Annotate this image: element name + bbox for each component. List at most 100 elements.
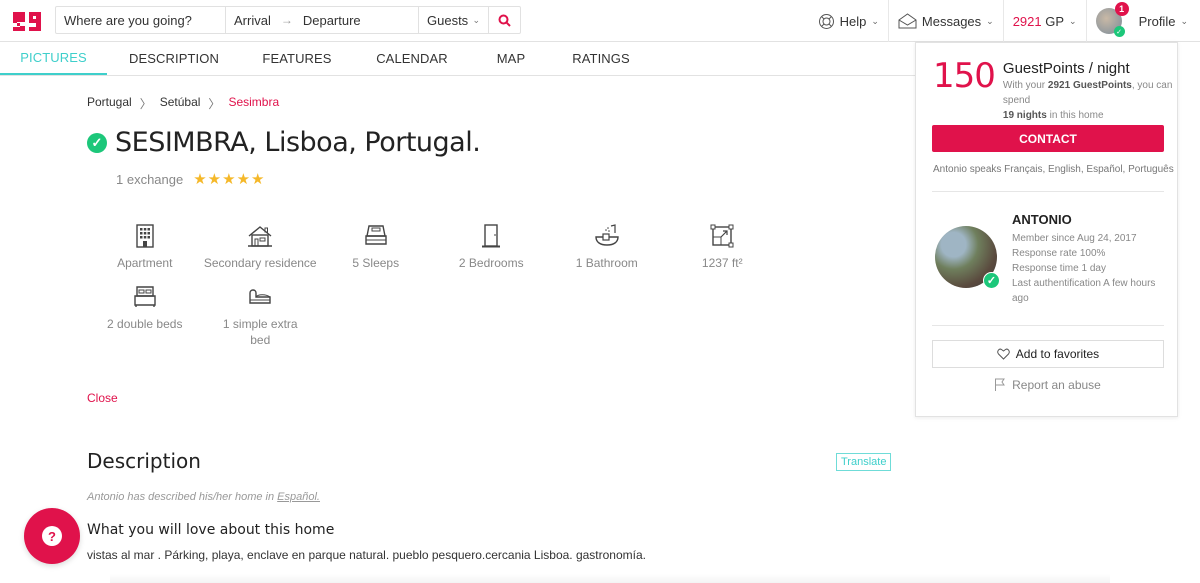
feature-item: 1 Bathroom bbox=[549, 222, 665, 271]
feature-label: Secondary residence bbox=[203, 256, 317, 270]
translate-button[interactable]: Translate bbox=[836, 453, 892, 471]
arrival-field[interactable]: Arrival bbox=[234, 13, 271, 28]
bed-icon bbox=[365, 225, 387, 245]
departure-field[interactable]: Departure bbox=[303, 13, 361, 28]
profile-menu[interactable]: 1 ✓ Profile ⌄ bbox=[1085, 0, 1200, 42]
tab-calendar[interactable]: CALENDAR bbox=[353, 42, 471, 75]
listing-title-row: ✓ SESIMBRA, Lisboa, Portugal. bbox=[87, 127, 481, 158]
profile-label: Profile bbox=[1138, 13, 1176, 29]
lifebuoy-icon bbox=[818, 13, 834, 29]
feature-label: 1237 ft² bbox=[701, 256, 743, 270]
tab-description[interactable]: DESCRIPTION bbox=[107, 42, 241, 75]
logo-icon[interactable] bbox=[10, 8, 44, 34]
feature-item: 2 Bedrooms bbox=[434, 222, 550, 271]
host-info: Member since Aug 24, 2017 Response rate … bbox=[1012, 231, 1172, 306]
guests-label: Guests bbox=[427, 12, 469, 28]
price-label: GuestPoints / night bbox=[1002, 60, 1130, 77]
search-icon bbox=[498, 14, 511, 27]
guestpoints-value: 2921 bbox=[1012, 13, 1042, 29]
feature-item: 1 simple extra bed bbox=[203, 283, 319, 348]
date-range-picker[interactable]: Arrival → Departure bbox=[226, 7, 419, 33]
divider bbox=[932, 191, 1164, 192]
sub-points: 2921 GuestPoints bbox=[1047, 80, 1132, 91]
destination-placeholder: Where are you going? bbox=[64, 12, 192, 28]
report-label: Report an abuse bbox=[1012, 378, 1101, 392]
tab-features[interactable]: FEATURES bbox=[241, 42, 353, 75]
report-abuse-link[interactable]: Report an abuse bbox=[916, 378, 1179, 392]
avatar: 1 ✓ bbox=[1095, 2, 1129, 37]
contact-button[interactable]: CONTACT bbox=[932, 125, 1164, 152]
member-since: Member since Aug 24, 2017 bbox=[1012, 233, 1137, 244]
chevron-down-icon: ⌄ bbox=[986, 15, 994, 26]
arrow-icon: → bbox=[280, 13, 293, 27]
description-language-note: Antonio has described his/her home in Es… bbox=[87, 491, 320, 503]
feature-item: 5 Sleeps bbox=[318, 222, 434, 271]
verified-icon: ✓ bbox=[87, 132, 107, 153]
features-grid: Apartment Secondary residence 5 Sleeps 2… bbox=[87, 222, 787, 348]
verified-icon: ✓ bbox=[1113, 26, 1125, 37]
destination-input[interactable]: Where are you going? bbox=[56, 7, 226, 33]
feature-item: 1237 ft² bbox=[665, 222, 781, 271]
last-authentication: Last authentification A few hours ago bbox=[1012, 278, 1156, 304]
sofa-bed-icon bbox=[249, 289, 271, 304]
verified-icon: ✓ bbox=[983, 272, 1000, 289]
love-text: vistas al mar . Párking, playa, enclave … bbox=[87, 548, 646, 562]
response-time: Response time 1 day bbox=[1012, 263, 1106, 274]
chevron-down-icon: ⌄ bbox=[1180, 15, 1188, 26]
bath-icon bbox=[595, 224, 619, 246]
door-icon bbox=[482, 224, 501, 248]
feature-item: Apartment bbox=[87, 222, 203, 271]
feature-label: 2 Bedrooms bbox=[458, 256, 524, 270]
favorites-label: Add to favorites bbox=[1015, 347, 1100, 361]
question-bubble-icon: ? bbox=[42, 526, 62, 546]
breadcrumb-setubal[interactable]: Setúbal bbox=[160, 95, 201, 112]
language-link[interactable]: Español. bbox=[277, 491, 320, 503]
divider bbox=[932, 325, 1164, 326]
chevron-right-icon: 〉 bbox=[139, 97, 152, 111]
search-bar: Where are you going? Arrival → Departure… bbox=[55, 6, 521, 34]
feature-label: 2 double beds bbox=[107, 317, 183, 331]
search-button[interactable] bbox=[489, 7, 520, 33]
tab-ratings[interactable]: RATINGS bbox=[551, 42, 651, 75]
add-to-favorites-button[interactable]: Add to favorites bbox=[932, 340, 1164, 368]
tab-map[interactable]: MAP bbox=[471, 42, 551, 75]
note-text: Antonio has described his/her home in bbox=[87, 491, 278, 503]
price-block: 150 GuestPoints / night With your 2921 G… bbox=[933, 57, 1177, 123]
love-heading: What you will love about this home bbox=[87, 522, 335, 538]
messages-menu[interactable]: Messages ⌄ bbox=[887, 0, 1003, 42]
tab-pictures[interactable]: PICTURES bbox=[0, 42, 107, 75]
exchange-rating: 1 exchange ★★★★★ bbox=[116, 170, 265, 188]
description-heading: Description bbox=[87, 449, 201, 473]
breadcrumb-sesimbra[interactable]: Sesimbra bbox=[228, 95, 279, 112]
building-icon bbox=[136, 224, 154, 248]
sub-text: With your bbox=[1002, 80, 1048, 91]
breadcrumb-portugal[interactable]: Portugal bbox=[87, 95, 132, 112]
host-avatar[interactable]: ✓ bbox=[935, 226, 1000, 289]
chevron-down-icon: ⌄ bbox=[1069, 15, 1077, 26]
feature-label: 5 Sleeps bbox=[352, 256, 400, 270]
help-chat-button[interactable]: ? bbox=[24, 508, 80, 564]
feature-label: 1 simple extra bed bbox=[222, 317, 298, 347]
guestpoints-menu[interactable]: 2921 GP ⌄ bbox=[1002, 0, 1086, 42]
feature-label: Apartment bbox=[117, 256, 173, 270]
close-features-link[interactable]: Close bbox=[87, 391, 118, 405]
area-icon bbox=[710, 224, 734, 248]
price-subtext: With your 2921 GuestPoints, you can spen… bbox=[1003, 78, 1177, 123]
chevron-down-icon: ⌄ bbox=[472, 14, 480, 25]
guestpoints-unit: GP bbox=[1045, 13, 1065, 29]
section-tabs: PICTURES DESCRIPTION FEATURES CALENDAR M… bbox=[0, 42, 915, 76]
double-bed-icon bbox=[134, 286, 156, 307]
top-navigation: Where are you going? Arrival → Departure… bbox=[0, 0, 1200, 42]
price-value: 150 bbox=[933, 56, 996, 96]
guests-select[interactable]: Guests ⌄ bbox=[419, 7, 489, 33]
sub-text: in this home bbox=[1046, 110, 1104, 121]
feature-item: 2 double beds bbox=[87, 283, 203, 348]
notification-badge: 1 bbox=[1114, 2, 1129, 16]
breadcrumb: Portugal 〉 Setúbal 〉 Sesimbra bbox=[87, 95, 279, 112]
flag-icon bbox=[995, 378, 1006, 391]
star-rating: ★★★★★ bbox=[193, 171, 266, 188]
host-languages: Antonio speaks Français, English, Españo… bbox=[933, 164, 1174, 175]
host-name[interactable]: ANTONIO bbox=[1012, 212, 1072, 227]
exchange-count: 1 exchange bbox=[116, 171, 184, 187]
help-menu[interactable]: Help ⌄ bbox=[809, 0, 888, 42]
